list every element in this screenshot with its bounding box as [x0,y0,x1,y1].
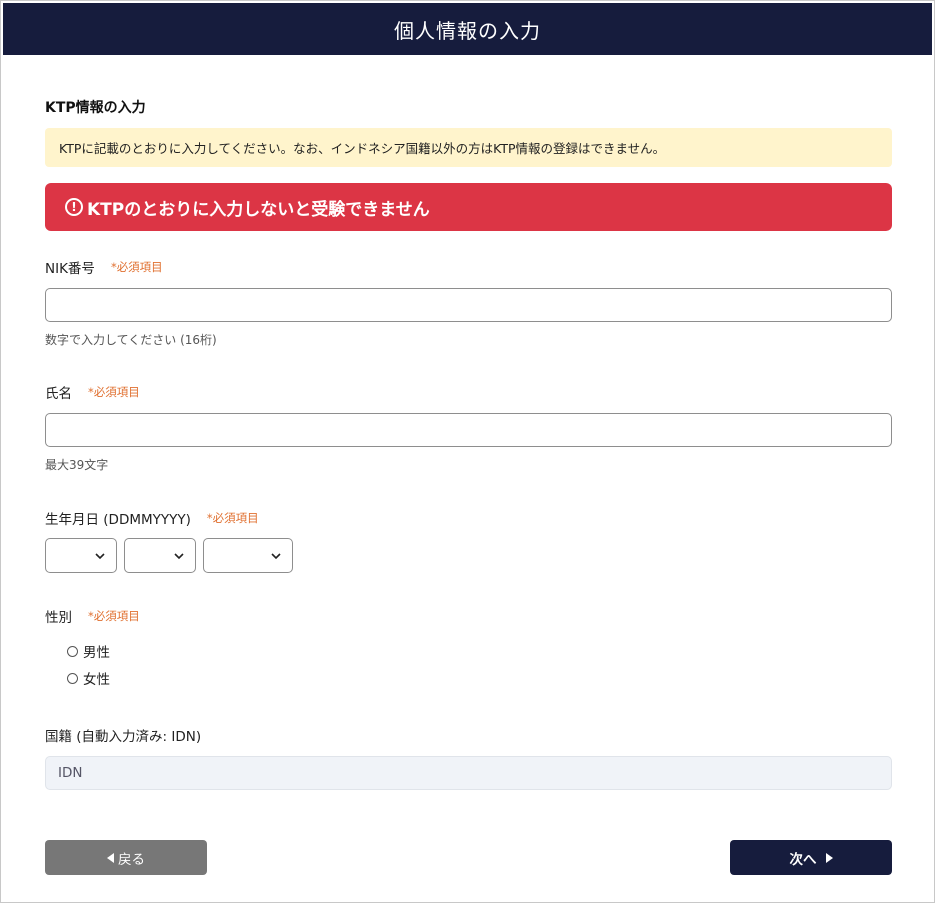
caret-right-icon [825,852,833,863]
dob-month-select[interactable] [124,538,196,573]
required-mark: *必須項目 [206,511,259,525]
required-mark: *必須項目 [88,609,140,623]
nik-label-row: NIK番号 *必須項目 [45,257,163,277]
name-label-row: 氏名 *必須項目 [45,382,140,402]
radio-button[interactable] [67,672,78,684]
page-title: 個人情報の入力 [394,18,541,43]
exclamation-circle-icon: ! [65,198,83,216]
gender-option-label: 男性 [83,645,110,661]
gender-label: 性別 [45,610,72,626]
caret-left-icon [107,852,114,863]
gender-option-male[interactable]: 男性 [67,641,110,661]
name-input[interactable] [45,413,892,447]
required-mark: *必須項目 [110,260,163,274]
required-mark: *必須項目 [88,385,140,399]
next-button[interactable]: 次へ [730,840,892,875]
notice-banner: KTPに記載のとおりに入力してください。なお、インドネシア国籍以外の方はKTP情… [45,128,892,167]
name-label: 氏名 [45,386,72,402]
nationality-value: IDN [58,765,83,781]
dob-label: 生年月日 (DDMMYYYY) [45,512,191,528]
dob-year-select[interactable] [203,538,293,573]
gender-option-label: 女性 [83,672,110,688]
nationality-label: 国籍 (自動入力済み: IDN) [45,729,202,745]
dob-day-select[interactable] [45,538,117,573]
chevron-down-icon [95,552,105,559]
page-header: 個人情報の入力 [3,3,932,55]
page-frame: 個人情報の入力 KTP情報の入力 KTPに記載のとおりに入力してください。なお、… [0,0,935,903]
radio-button[interactable] [67,645,78,657]
gender-label-row: 性別 *必須項目 [45,606,140,626]
alert-banner: ! KTPのとおりに入力しないと受験できません [45,183,892,231]
nationality-field: IDN [45,756,892,790]
name-hint: 最大39文字 [45,458,109,472]
dob-label-row: 生年月日 (DDMMYYYY) *必須項目 [45,508,259,528]
gender-option-female[interactable]: 女性 [67,668,110,688]
nik-input[interactable] [45,288,892,322]
notice-text: KTPに記載のとおりに入力してください。なお、インドネシア国籍以外の方はKTP情… [59,141,666,156]
nik-hint: 数字で入力してください (16桁) [45,333,217,347]
chevron-down-icon [174,552,184,559]
alert-text: KTPのとおりに入力しないと受験できません [87,199,430,220]
nik-label: NIK番号 [45,261,95,277]
chevron-down-icon [271,552,281,559]
back-button[interactable]: 戻る [45,840,207,875]
back-button-label: 戻る [118,851,145,868]
nationality-label-row: 国籍 (自動入力済み: IDN) [45,725,201,745]
section-title: KTP情報の入力 [45,100,146,116]
next-button-label: 次へ [789,851,817,868]
